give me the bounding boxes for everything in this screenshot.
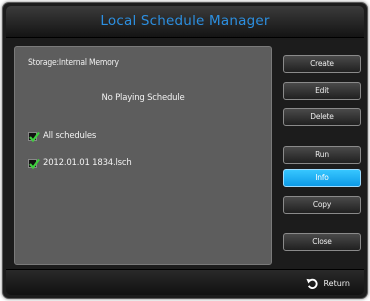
delete-button[interactable]: Delete	[283, 108, 361, 126]
return-arrow-icon	[306, 278, 319, 289]
edit-button[interactable]: Edit	[283, 82, 361, 100]
close-button[interactable]: Close	[283, 233, 361, 251]
list-item-all-schedules[interactable]: All schedules	[28, 131, 97, 142]
window-title: Local Schedule Manager	[100, 13, 270, 29]
checkbox-schedule[interactable]	[28, 158, 40, 169]
return-button[interactable]: Return	[306, 277, 350, 290]
list-item-label: 2012.01.01 1834.lsch	[43, 158, 132, 168]
copy-button[interactable]: Copy	[283, 196, 361, 214]
storage-label: Storage:Internal Memory	[28, 58, 119, 68]
title-bar: Local Schedule Manager	[6, 6, 364, 38]
checkbox-all-schedules[interactable]	[28, 131, 40, 142]
list-item-label: All schedules	[43, 131, 97, 141]
schedule-panel: Storage:Internal Memory No Playing Sched…	[14, 46, 272, 265]
checkmark-icon	[29, 131, 40, 142]
list-item-schedule[interactable]: 2012.01.01 1834.lsch	[28, 158, 132, 169]
checkmark-icon	[29, 158, 40, 169]
playing-status: No Playing Schedule	[101, 93, 185, 103]
return-label: Return	[323, 279, 350, 288]
schedule-manager-window: Local Schedule Manager Storage:Internal …	[2, 2, 368, 299]
info-button[interactable]: Info	[283, 169, 361, 187]
footer-bar: Return	[6, 269, 364, 295]
create-button[interactable]: Create	[283, 55, 361, 73]
run-button[interactable]: Run	[283, 146, 361, 164]
